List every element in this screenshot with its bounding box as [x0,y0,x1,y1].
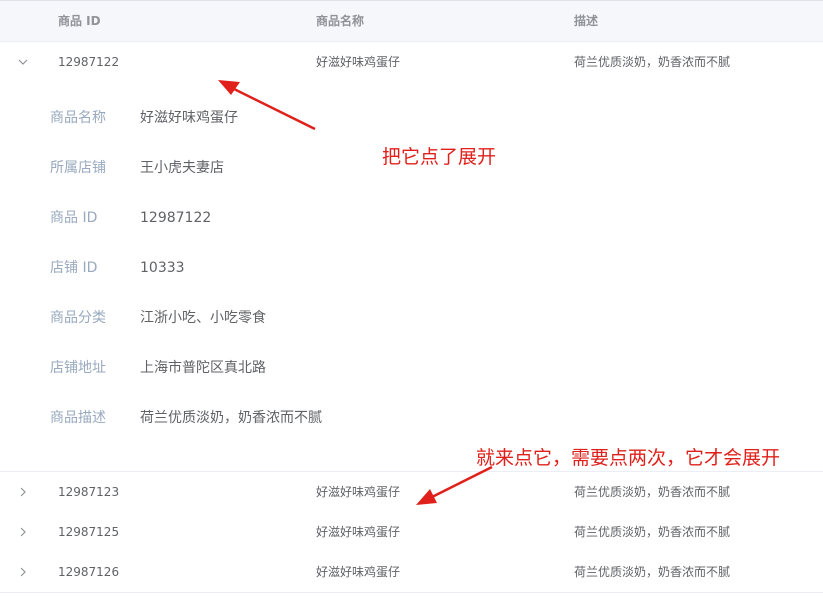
cell-id: 12987123 [58,485,120,499]
detail-label: 商品名称 [50,110,106,126]
column-header-desc[interactable]: 描述 [574,1,598,41]
chevron-right-icon[interactable] [17,486,29,498]
chevron-right-icon[interactable] [17,566,29,578]
detail-label: 店铺 ID [50,260,98,276]
table-row[interactable]: 12987125 好滋好味鸡蛋仔 荷兰优质淡奶，奶香浓而不腻 [0,512,823,553]
table-row[interactable]: 12987126 好滋好味鸡蛋仔 荷兰优质淡奶，奶香浓而不腻 [0,552,823,593]
column-header-name[interactable]: 商品名称 [316,1,364,41]
detail-value: 荷兰优质淡奶，奶香浓而不腻 [140,410,322,426]
annotation-double-click-note: 就来点它，需要点两次，它才会展开 [476,447,781,469]
detail-value: 12987122 [140,210,212,226]
table-row[interactable]: 12987122 好滋好味鸡蛋仔 荷兰优质淡奶，奶香浓而不腻 [0,42,823,83]
cell-name: 好滋好味鸡蛋仔 [316,485,401,499]
cell-id: 12987126 [58,565,120,579]
cell-id: 12987122 [58,55,120,69]
chevron-down-icon[interactable] [17,56,29,68]
cell-id: 12987125 [58,525,120,539]
cell-name: 好滋好味鸡蛋仔 [316,55,401,69]
detail-label: 商品描述 [50,410,106,426]
annotation-expand-note: 把它点了展开 [382,146,497,168]
detail-label: 所属店铺 [50,160,106,176]
detail-value: 王小虎夫妻店 [140,160,224,176]
detail-label: 店铺地址 [50,360,106,376]
cell-name: 好滋好味鸡蛋仔 [316,525,401,539]
cell-name: 好滋好味鸡蛋仔 [316,565,401,579]
detail-label: 商品 ID [50,210,98,226]
table-header: 商品 ID 商品名称 描述 [0,1,823,42]
detail-value: 10333 [140,260,185,276]
cell-desc: 荷兰优质淡奶，奶香浓而不腻 [574,485,731,499]
detail-value: 好滋好味鸡蛋仔 [140,110,238,126]
detail-value: 上海市普陀区真北路 [140,360,266,376]
detail-value: 江浙小吃、小吃零食 [140,310,266,326]
table-row[interactable]: 12987123 好滋好味鸡蛋仔 荷兰优质淡奶，奶香浓而不腻 [0,472,823,513]
cell-desc: 荷兰优质淡奶，奶香浓而不腻 [574,565,731,579]
row-expanded-detail: 商品名称 好滋好味鸡蛋仔 所属店铺 王小虎夫妻店 商品 ID 12987122 … [0,82,823,472]
detail-label: 商品分类 [50,310,106,326]
column-header-id[interactable]: 商品 ID [58,1,101,41]
chevron-right-icon[interactable] [17,526,29,538]
cell-desc: 荷兰优质淡奶，奶香浓而不腻 [574,525,731,539]
cell-desc: 荷兰优质淡奶，奶香浓而不腻 [574,55,731,69]
